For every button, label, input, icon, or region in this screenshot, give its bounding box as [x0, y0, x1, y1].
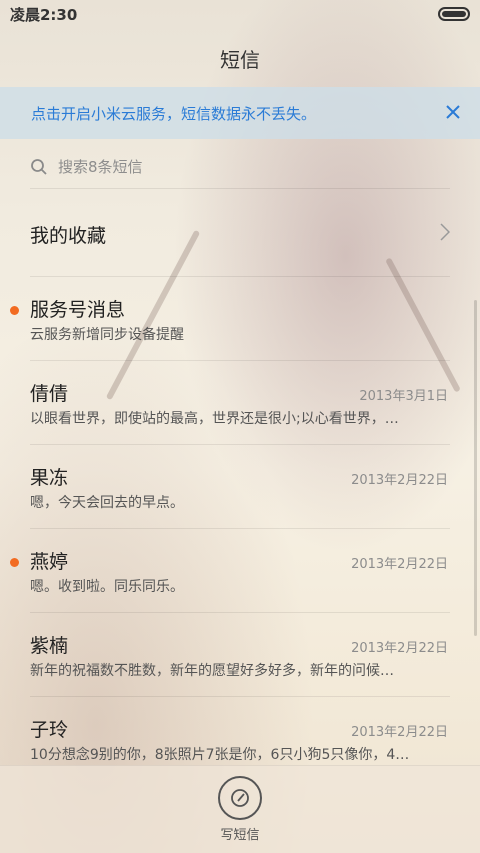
- conversation-name: 服务号消息: [30, 299, 126, 321]
- conversation-name: 子玲: [30, 719, 69, 741]
- cloud-service-banner[interactable]: 点击开启小米云服务，短信数据永不丢失。: [0, 87, 480, 139]
- status-bar: 凌晨2:30: [0, 0, 480, 28]
- conversation-row[interactable]: 果冻 2013年2月22日 嗯，今天会回去的早点。: [30, 445, 450, 529]
- scrollbar[interactable]: [474, 300, 477, 636]
- conversation-row[interactable]: 紫楠 2013年2月22日 新年的祝福数不胜数，新年的愿望好多好多，新年的问候…: [30, 613, 450, 697]
- compose-icon: [231, 789, 249, 807]
- conversation-row[interactable]: 燕婷 2013年2月22日 嗯。收到啦。同乐同乐。: [10, 529, 450, 613]
- conversation-date: 2013年2月22日: [351, 473, 448, 488]
- chevron-right-icon: [440, 222, 451, 247]
- conversation-preview: 以眼看世界，即使站的最高，世界还是很小;以心看世界，…: [30, 411, 399, 427]
- conversation-preview: 云服务新增同步设备提醒: [30, 327, 184, 343]
- conversation-preview: 嗯。收到啦。同乐同乐。: [30, 579, 184, 595]
- conversation-preview: 10分想念9别的你，8张照片7张是你，6只小狗5只像你，4…: [30, 747, 410, 763]
- unread-dot: [10, 306, 19, 315]
- conversation-list: 服务号消息 云服务新增同步设备提醒 倩倩 2013年3月1日 以眼看世界，即使站…: [0, 277, 480, 781]
- battery-icon: [438, 7, 470, 21]
- conversation-date: 2013年2月22日: [351, 641, 448, 656]
- conversation-name: 果冻: [30, 467, 69, 489]
- conversation-name: 紫楠: [30, 635, 69, 657]
- close-icon[interactable]: [440, 101, 466, 126]
- compose-button[interactable]: [218, 776, 262, 820]
- search-bar[interactable]: [30, 145, 450, 189]
- conversation-date: 2013年2月22日: [351, 557, 448, 572]
- search-input[interactable]: [58, 157, 418, 176]
- unread-dot: [10, 558, 19, 567]
- battery-level: [442, 11, 466, 17]
- conversation-preview: 新年的祝福数不胜数，新年的愿望好多好多，新年的问候…: [30, 663, 394, 679]
- compose-label[interactable]: 写短信: [220, 824, 259, 843]
- conversation-name: 燕婷: [30, 551, 69, 573]
- search-icon: [31, 158, 47, 175]
- conversation-date: 2013年3月1日: [359, 389, 448, 404]
- conversation-row[interactable]: 服务号消息 云服务新增同步设备提醒: [10, 277, 450, 361]
- bottom-bar: 写短信: [0, 765, 480, 853]
- favorites-label: 我的收藏: [30, 225, 107, 247]
- banner-text[interactable]: 点击开启小米云服务，短信数据永不丢失。: [31, 103, 316, 124]
- conversation-date: 2013年2月22日: [351, 725, 448, 740]
- favorites-row[interactable]: 我的收藏: [30, 193, 451, 277]
- conversation-preview: 嗯，今天会回去的早点。: [30, 495, 184, 511]
- conversation-name: 倩倩: [30, 383, 69, 405]
- page-title: 短信: [220, 48, 260, 72]
- status-time: 凌晨2:30: [10, 5, 78, 24]
- conversation-row[interactable]: 倩倩 2013年3月1日 以眼看世界，即使站的最高，世界还是很小;以心看世界，…: [30, 361, 450, 445]
